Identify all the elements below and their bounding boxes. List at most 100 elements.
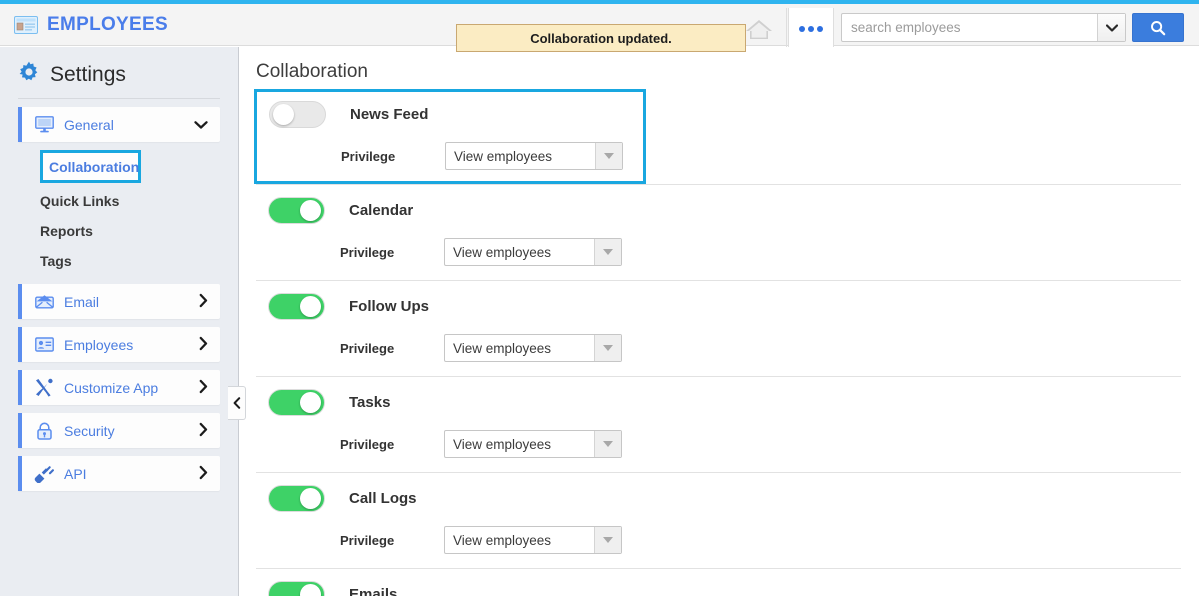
toggle-knob — [300, 584, 321, 596]
envelope-icon — [34, 293, 54, 311]
privilege-value: View employees — [453, 244, 552, 260]
privilege-label: Privilege — [341, 148, 396, 164]
feature-row-head: Call Logs — [256, 485, 1181, 512]
privilege-line: Privilege View employees — [256, 430, 1181, 458]
main-content: Collaboration News Feed Privilege View e… — [240, 47, 1199, 596]
active-accent-bar — [18, 327, 22, 362]
feature-toggle-follow-ups[interactable] — [268, 293, 325, 320]
feature-row-head: Calendar — [256, 197, 1181, 224]
sidebar-item-label: Customize App — [64, 379, 159, 396]
feature-toggle-call-logs[interactable] — [268, 485, 325, 512]
feature-row-head: News Feed — [257, 101, 643, 128]
chevron-right-icon[interactable] — [199, 293, 208, 310]
feature-toggle-emails[interactable] — [268, 581, 325, 596]
search-box[interactable] — [841, 13, 1126, 42]
dot-2 — [808, 25, 814, 32]
toggle-knob — [300, 488, 321, 509]
privilege-label: Privilege — [340, 340, 395, 356]
gear-icon — [18, 61, 40, 88]
feature-row-head: Follow Ups — [256, 293, 1181, 320]
chevron-right-icon[interactable] — [199, 379, 208, 396]
search-input[interactable] — [842, 14, 1097, 41]
privilege-select-follow-ups[interactable]: View employees — [444, 334, 622, 362]
brand[interactable]: EMPLOYEES — [14, 10, 168, 40]
privilege-line: Privilege View employees — [256, 334, 1181, 362]
chevron-right-icon[interactable] — [199, 465, 208, 482]
sidebar-subitem-collaboration[interactable]: Collaboration — [40, 150, 141, 183]
search-scope-chevron-down-icon[interactable] — [1097, 14, 1125, 41]
privilege-label: Privilege — [340, 244, 395, 260]
feature-name: Follow Ups — [349, 298, 429, 315]
sidebar-item-label: Employees — [64, 336, 134, 353]
chevron-down-icon[interactable] — [594, 431, 621, 457]
feature-toggle-news-feed[interactable] — [269, 101, 326, 128]
feature-name: News Feed — [350, 106, 429, 123]
feature-name: Call Logs — [349, 490, 417, 507]
sidebar-item-security[interactable]: Security — [18, 413, 220, 448]
sidebar-collapse-handle[interactable] — [228, 386, 246, 420]
sidebar-subitem-label: Quick Links — [40, 193, 120, 209]
feature-name: Tasks — [349, 394, 391, 411]
chevron-down-icon[interactable] — [594, 335, 621, 361]
active-accent-bar — [18, 413, 22, 448]
sidebar-subitem-label: Reports — [40, 223, 93, 239]
tools-icon — [34, 378, 54, 397]
feature-toggle-calendar[interactable] — [268, 197, 325, 224]
privilege-line: Privilege View employees — [257, 142, 643, 170]
toggle-knob — [300, 392, 321, 413]
active-accent-bar — [18, 107, 22, 142]
chevron-down-icon[interactable] — [595, 143, 622, 169]
toast-message: Collaboration updated. — [530, 30, 672, 46]
feature-row: News Feed Privilege View employees — [254, 89, 646, 184]
feature-row: Calendar Privilege View employees — [256, 184, 1181, 280]
sidebar-item-api[interactable]: API — [18, 456, 220, 491]
search-button[interactable] — [1132, 13, 1184, 42]
more-dots-icon[interactable] — [788, 8, 834, 49]
chevron-right-icon[interactable] — [199, 336, 208, 353]
lock-icon — [34, 422, 54, 440]
id-card-icon — [14, 16, 38, 34]
sidebar-subitem-quick-links[interactable]: Quick Links — [40, 186, 238, 216]
privilege-value: View employees — [454, 148, 553, 164]
privilege-select-call-logs[interactable]: View employees — [444, 526, 622, 554]
sidebar-title: Settings — [50, 62, 126, 86]
privilege-line: Privilege View employees — [256, 526, 1181, 554]
sidebar-divider — [18, 98, 220, 99]
feature-row: Call Logs Privilege View employees — [256, 472, 1181, 568]
sidebar-item-email[interactable]: Email — [18, 284, 220, 319]
sidebar-item-label: Security — [64, 422, 115, 439]
sidebar-subitem-tags[interactable]: Tags — [40, 246, 238, 276]
monitor-icon — [34, 116, 54, 134]
settings-sidebar: Settings General Collaboration Quick Lin… — [0, 47, 239, 596]
privilege-select-news-feed[interactable]: View employees — [445, 142, 623, 170]
chevron-right-icon[interactable] — [199, 422, 208, 439]
sidebar-subitem-label: Collaboration — [49, 158, 140, 175]
privilege-select-calendar[interactable]: View employees — [444, 238, 622, 266]
sidebar-item-customize-app[interactable]: Customize App — [18, 370, 220, 405]
privilege-label: Privilege — [340, 436, 395, 452]
privilege-value: View employees — [453, 532, 552, 548]
sidebar-item-label: General — [64, 116, 114, 133]
toggle-knob — [273, 104, 294, 125]
privilege-label: Privilege — [340, 532, 395, 548]
feature-toggle-tasks[interactable] — [268, 389, 325, 416]
dot-3 — [817, 25, 823, 32]
employee-card-icon — [34, 336, 54, 354]
feature-row-head: Tasks — [256, 389, 1181, 416]
page-title: Collaboration — [256, 61, 368, 82]
sidebar-item-general[interactable]: General — [18, 107, 220, 142]
sidebar-item-label: API — [64, 465, 87, 482]
privilege-line: Privilege View employees — [256, 238, 1181, 266]
privilege-value: View employees — [453, 340, 552, 356]
privilege-select-tasks[interactable]: View employees — [444, 430, 622, 458]
active-accent-bar — [18, 284, 22, 319]
chevron-down-icon[interactable] — [194, 117, 208, 132]
toggle-knob — [300, 296, 321, 317]
brand-title: EMPLOYEES — [47, 14, 168, 35]
sidebar-item-employees[interactable]: Employees — [18, 327, 220, 362]
sidebar-subitem-reports[interactable]: Reports — [40, 216, 238, 246]
chevron-down-icon[interactable] — [594, 239, 621, 265]
chevron-down-icon[interactable] — [594, 527, 621, 553]
active-accent-bar — [18, 456, 22, 491]
active-accent-bar — [18, 370, 22, 405]
